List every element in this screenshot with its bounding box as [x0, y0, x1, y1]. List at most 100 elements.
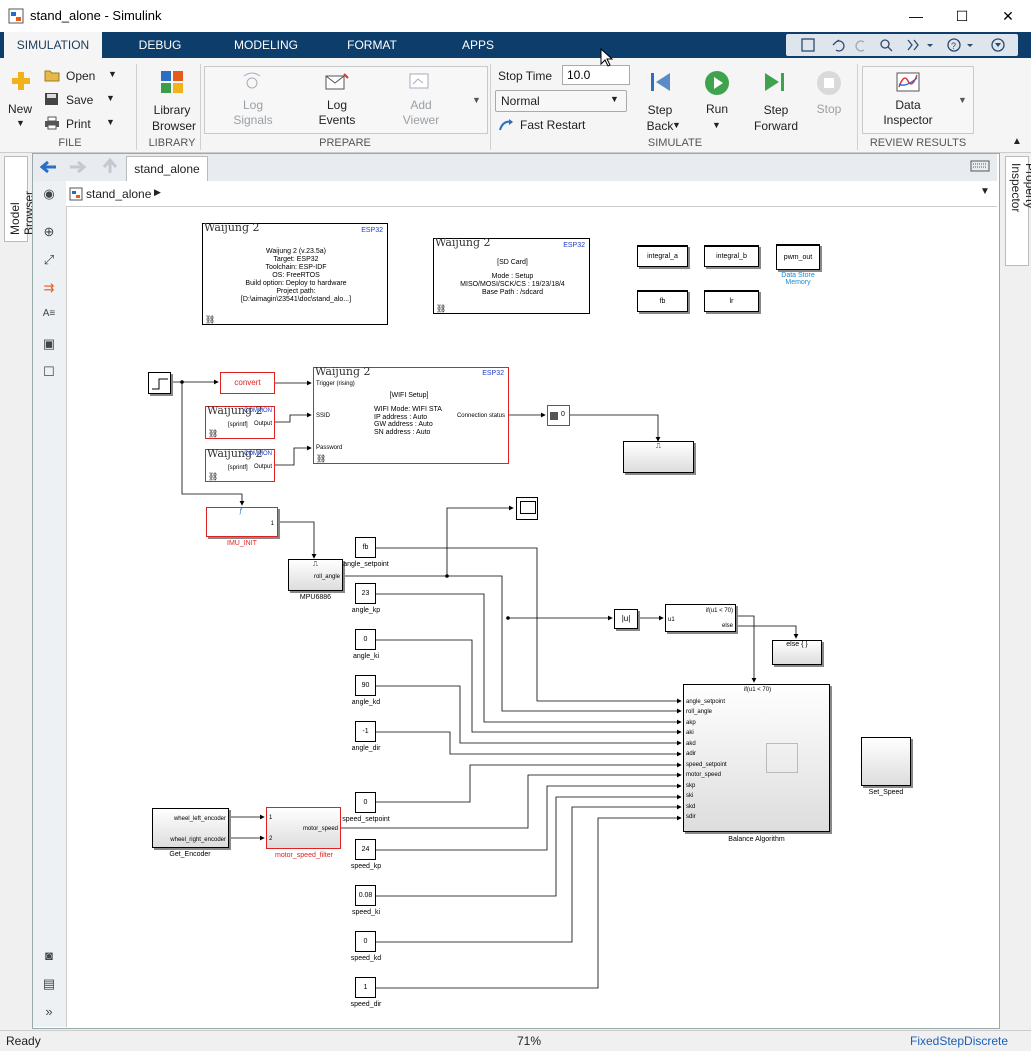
encoder-port: wheel_left_encoder: [173, 816, 226, 822]
balance-port: aki: [686, 730, 694, 736]
esp32-label: ESP32: [482, 370, 504, 377]
constant-label: speed_kd: [350, 955, 382, 962]
balance-port: motor_speed: [686, 772, 722, 778]
if-input-port: u1: [668, 617, 675, 623]
constant-label: speed_kp: [350, 863, 382, 870]
link-icon: ⛓: [208, 472, 219, 481]
balance-algorithm-block[interactable]: if(u1 < 70) angle_setpoint roll_angle ak…: [683, 684, 830, 832]
wifi-line: IP address : Auto: [374, 413, 428, 421]
balance-port: akp: [686, 720, 696, 726]
data-store-lr[interactable]: lr: [704, 290, 759, 312]
wifi-line: [WIFI Setup]: [389, 392, 429, 399]
sprintf-password-block[interactable]: Waijung 2 COMMON [sprintf] Output ⛓: [205, 448, 275, 482]
filter-input-port: 1: [269, 815, 273, 821]
sprintf-ssid-block[interactable]: Waijung 2 COMMON [sprintf] Output ⛓: [205, 405, 275, 439]
motor-speed-filter-label: motor_speed_filter: [275, 852, 333, 859]
target-line: Target: ESP32: [273, 256, 319, 263]
step-source-block[interactable]: [148, 372, 171, 394]
link-icon: ⛓: [436, 304, 447, 313]
constant-block[interactable]: 90: [355, 675, 376, 696]
constant-block[interactable]: 0.08: [355, 885, 376, 906]
sprintf-label: [sprintf]: [228, 465, 248, 471]
ssid-port: SSID: [316, 413, 331, 419]
roll-angle-port: roll_angle: [313, 574, 340, 580]
if-block[interactable]: u1 if(u1 < 70) else: [665, 604, 736, 632]
data-store-integral-b[interactable]: integral_b: [704, 245, 759, 267]
imu-init-block[interactable]: ƒ 1: [206, 507, 278, 537]
trigger-icon: ⎍: [656, 443, 661, 450]
set-speed-block[interactable]: [861, 737, 911, 786]
balance-port: angle_setpoint: [686, 699, 726, 705]
target-line: Waijung 2 (v.23.5a): [266, 248, 326, 255]
get-encoder-block[interactable]: wheel_left_encoder wheel_right_encoder: [152, 808, 229, 848]
sd-card-block[interactable]: Waijung 2 ESP32 [SD Card] Mode : Setup M…: [433, 236, 590, 314]
solver-link[interactable]: FixedStepDiscrete: [910, 1034, 1008, 1048]
constant-block[interactable]: 24: [355, 839, 376, 860]
balance-port: akd: [686, 741, 696, 747]
mouse-cursor-icon: [600, 48, 614, 67]
filter-input-port: 2: [269, 836, 273, 842]
constant-label: speed_ki: [351, 909, 381, 916]
constant-block[interactable]: fb: [355, 537, 376, 558]
common-label: COMMON: [244, 451, 272, 457]
link-icon: ⛓: [208, 429, 219, 438]
waijung-target-block[interactable]: Waijung 2 ESP32 Waijung 2 (v.23.5a) Targ…: [202, 222, 388, 325]
wifi-setup-block[interactable]: Waijung 2 ESP32 Trigger (rising) SSID Pa…: [313, 366, 509, 464]
filter-output-port: motor_speed: [302, 826, 338, 832]
constant-label: angle_setpoint: [343, 561, 389, 568]
encoder-port: wheel_right_encoder: [170, 837, 226, 843]
target-line: OS: FreeRTOS: [272, 272, 320, 279]
output-port: Output: [253, 464, 272, 470]
else-port: else: [721, 623, 733, 629]
constant-block[interactable]: 23: [355, 583, 376, 604]
display-icon: [550, 412, 558, 420]
balance-port: speed_setpoint: [686, 762, 727, 768]
constant-block[interactable]: 0: [355, 792, 376, 813]
trigger-port: Trigger (rising): [316, 381, 355, 387]
triggered-subsystem-block[interactable]: ⎍: [623, 441, 694, 473]
trigger-icon: ⎍: [313, 561, 318, 568]
display-block[interactable]: 0: [547, 405, 570, 426]
balance-port: adir: [686, 751, 697, 757]
sprintf-label: [sprintf]: [228, 422, 248, 428]
sd-line: Base Path : /sdcard: [481, 289, 544, 296]
constant-label: angle_ki: [352, 653, 380, 660]
password-port: Password: [316, 445, 343, 451]
abs-block[interactable]: |u|: [614, 609, 638, 629]
target-line: Build option: Deploy to hardware: [245, 280, 347, 287]
wifi-line: WIFI Mode: WIFI STA: [374, 406, 442, 413]
balance-condition-label: if(u1 < 70): [743, 687, 772, 693]
status-text: Ready: [6, 1034, 41, 1048]
scope-icon: [520, 501, 536, 514]
balance-port: ski: [686, 793, 694, 799]
wifi-line: GW address : Auto: [374, 421, 433, 428]
if-condition-port: if(u1 < 70): [705, 608, 733, 614]
convert-block[interactable]: convert: [220, 372, 275, 394]
esp32-label: ESP32: [361, 227, 383, 234]
constant-block[interactable]: 1: [355, 977, 376, 998]
constant-block[interactable]: 0: [355, 931, 376, 952]
common-label: COMMON: [244, 408, 272, 414]
imu-init-port: 1: [270, 521, 274, 527]
data-store-integral-a[interactable]: integral_a: [637, 245, 688, 267]
data-store-fb[interactable]: fb: [637, 290, 688, 312]
sd-line: [SD Card]: [497, 259, 528, 266]
constant-label: angle_dir: [351, 745, 381, 752]
constant-label: angle_kd: [351, 699, 381, 706]
constant-block[interactable]: 0: [355, 629, 376, 650]
balance-port: roll_angle: [686, 709, 713, 715]
waijung-logo: Waijung 2: [435, 236, 491, 249]
data-store-pwm-out[interactable]: pwm_out: [776, 244, 820, 270]
balance-port: skd: [686, 804, 696, 810]
balance-algorithm-label: Balance Algorithm: [728, 836, 785, 843]
esp32-label: ESP32: [563, 242, 585, 249]
output-port: Output: [253, 421, 272, 427]
data-store-memory-label: Data Store Memory: [781, 272, 815, 286]
constant-label: angle_kp: [351, 607, 381, 614]
status-bar: Ready 71% FixedStepDiscrete: [0, 1030, 1031, 1051]
balance-port: skp: [686, 783, 696, 789]
motor-speed-filter-block[interactable]: 1 2 motor_speed: [266, 807, 341, 849]
scope-block[interactable]: [516, 497, 538, 520]
else-action-block[interactable]: else { }: [772, 640, 822, 665]
constant-block[interactable]: -1: [355, 721, 376, 742]
